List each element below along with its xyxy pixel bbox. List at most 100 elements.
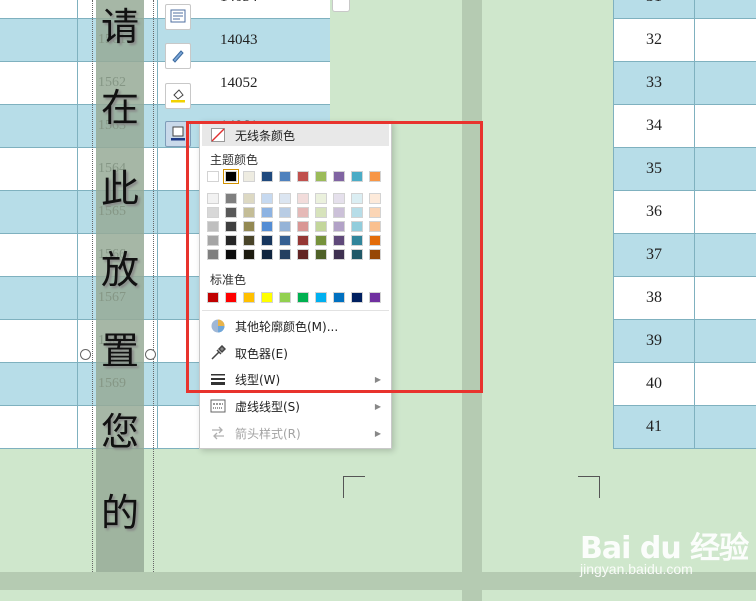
line-style-item[interactable]: 线型(W) ▶ <box>202 367 389 391</box>
color-swatch[interactable] <box>243 171 255 182</box>
table-cell <box>0 363 78 405</box>
color-swatch[interactable] <box>369 249 381 260</box>
more-outline-colors-item[interactable]: 其他轮廓颜色(M)... <box>202 314 389 338</box>
color-swatch[interactable] <box>369 193 381 204</box>
color-swatch[interactable] <box>243 292 255 303</box>
text-wrap-button[interactable] <box>165 4 191 30</box>
textbox-char: 请 <box>100 5 139 49</box>
outline-color-button[interactable] <box>165 121 191 147</box>
color-swatch[interactable] <box>333 221 345 232</box>
color-swatch[interactable] <box>261 292 273 303</box>
color-swatch[interactable] <box>225 249 237 260</box>
resize-handle-right[interactable] <box>145 349 156 360</box>
color-swatch[interactable] <box>315 292 327 303</box>
color-swatch[interactable] <box>297 292 309 303</box>
table-cell <box>0 406 78 448</box>
color-swatch[interactable] <box>351 171 363 182</box>
color-swatch[interactable] <box>261 171 273 182</box>
color-swatch[interactable] <box>297 193 309 204</box>
table-row: 31 <box>613 0 756 19</box>
color-swatch[interactable] <box>225 221 237 232</box>
color-swatch[interactable] <box>225 207 237 218</box>
pen-button[interactable] <box>165 43 191 69</box>
table-cell <box>0 0 78 18</box>
color-swatch[interactable] <box>369 292 381 303</box>
color-swatch[interactable] <box>351 235 363 246</box>
table-cell: 41 <box>613 406 695 448</box>
color-swatch[interactable] <box>207 221 219 232</box>
color-wheel-icon <box>210 318 226 334</box>
color-swatch[interactable] <box>369 207 381 218</box>
color-swatch[interactable] <box>315 171 327 182</box>
color-swatch[interactable] <box>279 171 291 182</box>
color-swatch[interactable] <box>207 193 219 204</box>
fill-button[interactable] <box>165 83 191 109</box>
color-swatch[interactable] <box>279 207 291 218</box>
color-swatch[interactable] <box>261 221 273 232</box>
color-swatch[interactable] <box>225 292 237 303</box>
color-swatch[interactable] <box>279 221 291 232</box>
arrow-style-item: 箭头样式(R) ▶ <box>202 421 389 445</box>
table-cell <box>0 320 78 362</box>
color-swatch[interactable] <box>243 193 255 204</box>
color-swatch[interactable] <box>297 207 309 218</box>
color-swatch[interactable] <box>333 292 345 303</box>
color-swatch[interactable] <box>315 193 327 204</box>
color-swatch[interactable] <box>279 292 291 303</box>
color-swatch[interactable] <box>243 207 255 218</box>
table-cell <box>0 105 78 147</box>
color-swatch[interactable] <box>261 193 273 204</box>
color-swatch[interactable] <box>207 171 219 182</box>
color-swatch[interactable] <box>243 235 255 246</box>
color-swatch[interactable] <box>333 171 345 182</box>
resize-handle-left[interactable] <box>80 349 91 360</box>
page-gap-vertical <box>462 0 482 601</box>
color-swatch[interactable] <box>225 193 237 204</box>
crop-mark <box>578 476 600 498</box>
color-swatch[interactable] <box>279 235 291 246</box>
color-swatch[interactable] <box>369 221 381 232</box>
color-swatch[interactable] <box>207 249 219 260</box>
color-swatch[interactable] <box>333 249 345 260</box>
color-swatch[interactable] <box>261 235 273 246</box>
color-swatch[interactable] <box>207 235 219 246</box>
color-swatch[interactable] <box>351 207 363 218</box>
color-swatch[interactable] <box>351 221 363 232</box>
color-swatch[interactable] <box>369 171 381 182</box>
textbox-char: 的 <box>100 491 139 535</box>
color-swatch[interactable] <box>333 207 345 218</box>
color-swatch[interactable] <box>261 249 273 260</box>
color-swatch[interactable] <box>243 249 255 260</box>
color-swatch[interactable] <box>225 235 237 246</box>
color-swatch[interactable] <box>297 221 309 232</box>
color-swatch[interactable] <box>333 235 345 246</box>
color-swatch[interactable] <box>315 249 327 260</box>
color-swatch[interactable] <box>333 193 345 204</box>
color-swatch[interactable] <box>243 221 255 232</box>
color-swatch[interactable] <box>297 249 309 260</box>
menu-separator <box>202 392 389 393</box>
color-swatch[interactable] <box>261 207 273 218</box>
color-swatch[interactable] <box>207 207 219 218</box>
menu-separator <box>202 310 389 311</box>
color-swatch[interactable] <box>315 207 327 218</box>
color-swatch[interactable] <box>297 235 309 246</box>
color-swatch[interactable] <box>297 171 309 182</box>
color-swatch[interactable] <box>223 169 239 184</box>
color-swatch[interactable] <box>315 221 327 232</box>
no-line-color-item[interactable]: 无线条颜色 <box>202 124 389 146</box>
color-swatch[interactable] <box>315 235 327 246</box>
color-swatch[interactable] <box>351 249 363 260</box>
color-swatch[interactable] <box>207 292 219 303</box>
textbox-char: 放 <box>100 248 139 292</box>
watermark-url: jingyan.baidu.com <box>580 561 693 577</box>
color-swatch[interactable] <box>279 193 291 204</box>
dash-style-item[interactable]: 虚线线型(S) ▶ <box>202 394 389 418</box>
color-swatch[interactable] <box>351 193 363 204</box>
color-swatch[interactable] <box>369 235 381 246</box>
color-swatch[interactable] <box>279 249 291 260</box>
table-row: 32 <box>613 19 756 62</box>
table-cell <box>695 320 756 362</box>
color-swatch[interactable] <box>351 292 363 303</box>
eyedropper-item[interactable]: 取色器(E) <box>202 341 389 365</box>
